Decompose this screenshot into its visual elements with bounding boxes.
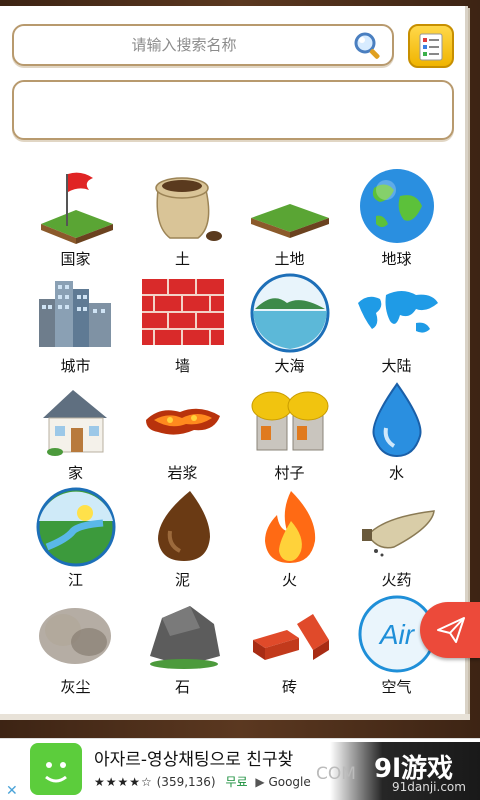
watermark-com: COM bbox=[316, 764, 356, 784]
element-label: 墙 bbox=[174, 357, 190, 375]
fire-icon bbox=[264, 491, 315, 563]
element-item-city[interactable]: 城市 bbox=[22, 269, 129, 376]
element-label: 石 bbox=[174, 678, 190, 696]
search-icon[interactable] bbox=[352, 30, 384, 62]
element-item-water[interactable]: 水 bbox=[343, 376, 450, 483]
flag-on-grass-icon bbox=[40, 172, 113, 244]
rating-stars: ★★★★☆ bbox=[94, 775, 153, 789]
search-input[interactable] bbox=[24, 26, 344, 64]
element-item-dust[interactable]: 灰尘 bbox=[22, 590, 129, 697]
element-label: 江 bbox=[67, 571, 83, 589]
send-button[interactable] bbox=[420, 602, 480, 658]
element-label: 空气 bbox=[381, 678, 412, 696]
dust-cloud-icon bbox=[38, 608, 111, 664]
element-item-brick[interactable]: 砖 bbox=[236, 590, 343, 697]
water-drop-icon bbox=[371, 382, 422, 458]
element-label: 大陆 bbox=[381, 357, 412, 375]
house-icon bbox=[42, 390, 107, 456]
element-label: 村子 bbox=[274, 464, 305, 482]
element-item-river[interactable]: 江 bbox=[22, 483, 129, 590]
element-item-country[interactable]: 国家 bbox=[22, 162, 129, 269]
element-item-soil[interactable]: 土 bbox=[129, 162, 236, 269]
element-item-fire[interactable]: 火 bbox=[236, 483, 343, 590]
element-label: 土地 bbox=[274, 250, 305, 268]
price-label: 무료 bbox=[225, 775, 248, 789]
river-icon bbox=[36, 487, 115, 567]
app-icon[interactable] bbox=[30, 743, 82, 795]
element-item-gunpowder[interactable]: 火药 bbox=[343, 483, 450, 590]
element-item-village[interactable]: 村子 bbox=[236, 376, 343, 483]
element-label: 地球 bbox=[381, 250, 412, 268]
gunpowder-horn-icon bbox=[361, 510, 435, 557]
city-buildings-icon bbox=[38, 281, 111, 347]
element-label: 大海 bbox=[274, 357, 305, 375]
element-item-earth[interactable]: 地球 bbox=[343, 162, 450, 269]
review-count: (359,136) bbox=[156, 775, 216, 789]
store-label: Google bbox=[268, 775, 311, 789]
element-label: 家 bbox=[67, 464, 83, 482]
element-label: 砖 bbox=[281, 678, 297, 696]
element-grid: 国家 土 土地 地球 城市 墙 大海 大陆 家 岩浆 村子 水 江 泥 火 火药… bbox=[22, 162, 452, 697]
watermark-url: 91danji.com bbox=[392, 780, 466, 794]
notes-button[interactable] bbox=[408, 24, 454, 68]
element-item-wall[interactable]: 墙 bbox=[129, 269, 236, 376]
ad-meta: ★★★★☆ (359,136) 무료 ▶ Google bbox=[94, 773, 311, 790]
search-bar bbox=[12, 24, 394, 66]
svg-text:Air: Air bbox=[377, 619, 415, 650]
element-label: 城市 bbox=[60, 357, 91, 375]
lava-icon bbox=[145, 408, 220, 435]
element-item-lava[interactable]: 岩浆 bbox=[129, 376, 236, 483]
element-item-sea[interactable]: 大海 bbox=[236, 269, 343, 376]
element-label: 国家 bbox=[60, 250, 91, 268]
bricks-icon bbox=[252, 614, 329, 660]
element-label: 岩浆 bbox=[167, 464, 198, 482]
element-label: 水 bbox=[388, 464, 404, 482]
element-label: 泥 bbox=[174, 571, 190, 589]
notebook-icon bbox=[419, 33, 443, 61]
element-label: 灰尘 bbox=[60, 678, 91, 696]
mud-icon bbox=[157, 491, 210, 561]
ad-title[interactable]: 아자르-영상채팅으로 친구찾 bbox=[94, 745, 293, 770]
play-store-icon: ▶ bbox=[255, 775, 265, 789]
element-label: 土 bbox=[174, 250, 190, 268]
stone-icon bbox=[149, 606, 220, 669]
element-label: 火 bbox=[281, 571, 297, 589]
village-huts-icon bbox=[251, 391, 328, 451]
watermark: COM 9l游戏 91danji.com bbox=[316, 742, 480, 800]
element-item-home[interactable]: 家 bbox=[22, 376, 129, 483]
grass-tile-icon bbox=[250, 204, 329, 238]
paper-plane-icon bbox=[437, 617, 465, 643]
soil-sack-icon bbox=[154, 177, 222, 241]
element-item-continent[interactable]: 大陆 bbox=[343, 269, 450, 376]
element-item-stone[interactable]: 石 bbox=[129, 590, 236, 697]
earth-globe-icon bbox=[359, 169, 434, 243]
paper-edge bbox=[0, 714, 470, 720]
element-label: 火药 bbox=[381, 571, 412, 589]
continent-map-icon bbox=[357, 291, 438, 333]
selection-area[interactable] bbox=[12, 80, 454, 140]
element-item-land[interactable]: 土地 bbox=[236, 162, 343, 269]
sea-icon bbox=[250, 273, 329, 353]
element-item-mud[interactable]: 泥 bbox=[129, 483, 236, 590]
ad-close-icon[interactable]: ✕ bbox=[6, 783, 18, 799]
brick-wall-icon bbox=[141, 279, 224, 345]
